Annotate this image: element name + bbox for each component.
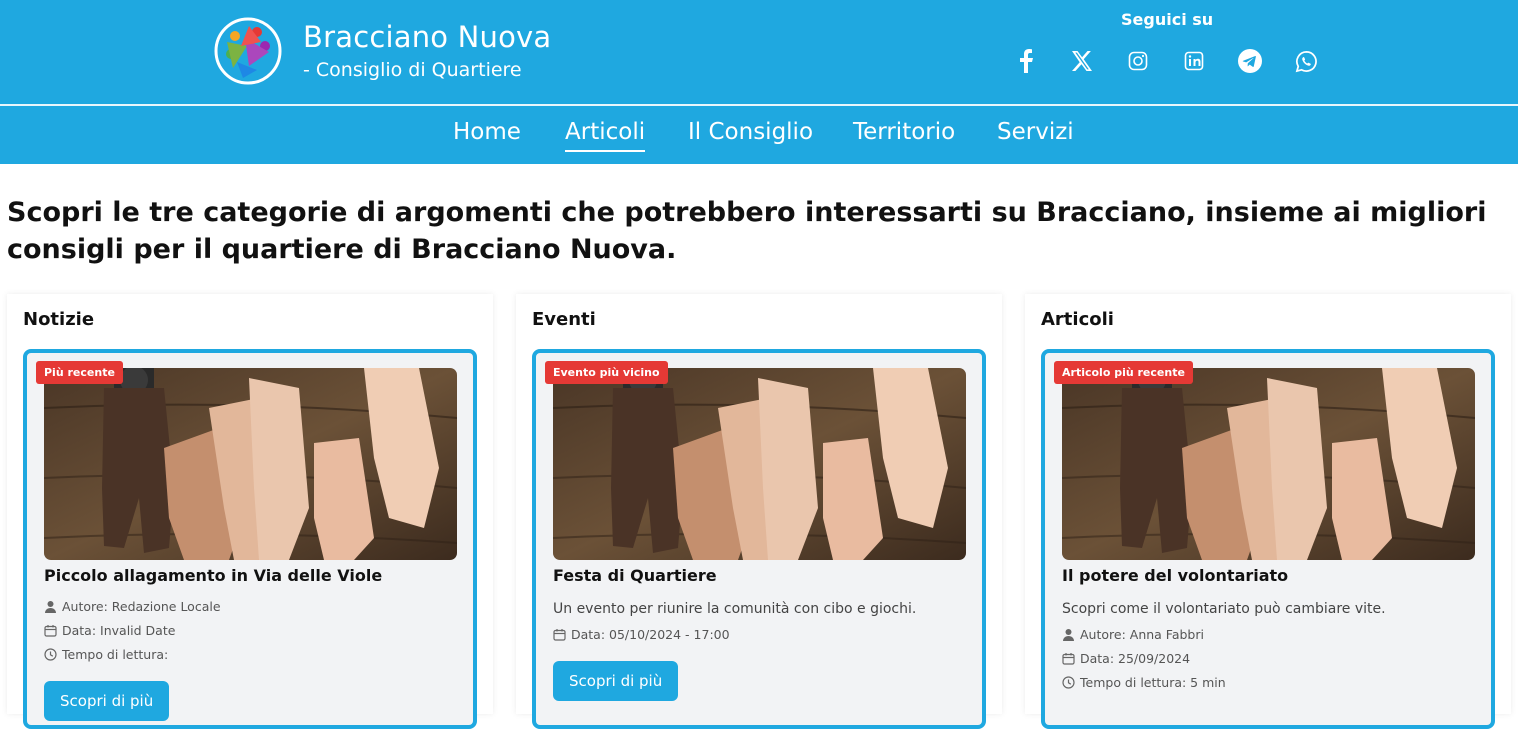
- calendar-icon: [44, 624, 57, 637]
- card-reading-text: Tempo di lettura: 5 min: [1080, 675, 1226, 690]
- x-icon[interactable]: [1069, 48, 1095, 74]
- card-date: Data: 05/10/2024 - 17:00: [553, 627, 730, 642]
- read-more-button[interactable]: Scopri di più: [553, 661, 679, 701]
- card-date-text: Data: Invalid Date: [62, 623, 176, 638]
- linkedin-icon[interactable]: [1181, 48, 1207, 74]
- site-logo[interactable]: [213, 16, 283, 86]
- instagram-icon[interactable]: [1125, 48, 1151, 74]
- card-author-text: Autore: Anna Fabbri: [1080, 627, 1204, 642]
- whatsapp-icon[interactable]: [1293, 48, 1319, 74]
- user-icon: [1062, 628, 1075, 641]
- calendar-icon: [553, 628, 566, 641]
- events-column: Eventi Evento più vicino Festa di Quarti…: [516, 294, 1002, 729]
- read-more-button[interactable]: Scopri di più: [44, 681, 170, 721]
- site-header: Bracciano Nuova - Consiglio di Quartiere…: [0, 0, 1518, 104]
- news-column: Notizie Più recente Piccolo allagamento …: [7, 294, 493, 729]
- card-image[interactable]: [1062, 368, 1475, 560]
- nav-item-servizi[interactable]: Servizi: [997, 119, 1074, 145]
- card-date: Data: Invalid Date: [44, 623, 175, 638]
- nav-item-articoli[interactable]: Articoli: [565, 119, 646, 152]
- column-title: Eventi: [532, 309, 596, 330]
- card-title[interactable]: Il potere del volontariato: [1062, 566, 1288, 585]
- card-author: Autore: Redazione Locale: [44, 599, 221, 614]
- column-title: Articoli: [1041, 309, 1114, 330]
- card-date-text: Data: 05/10/2024 - 17:00: [571, 627, 730, 642]
- calendar-icon: [1062, 652, 1075, 665]
- card-description: Scopri come il volontariato può cambiare…: [1062, 601, 1386, 617]
- facebook-icon[interactable]: [1013, 48, 1039, 74]
- column-title: Notizie: [23, 309, 95, 330]
- article-card[interactable]: Articolo più recente Il potere del volon…: [1041, 349, 1495, 729]
- card-title[interactable]: Piccolo allagamento in Via delle Viole: [44, 566, 382, 585]
- nav-item-territorio[interactable]: Territorio: [853, 119, 955, 145]
- clock-icon: [44, 648, 57, 661]
- nav-item-home[interactable]: Home: [453, 119, 521, 145]
- event-card[interactable]: Evento più vicino Festa di Quartiere Un …: [532, 349, 986, 729]
- clock-icon: [1062, 676, 1075, 689]
- telegram-icon[interactable]: [1237, 48, 1263, 74]
- main-nav: Home Articoli Il Consiglio Territorio Se…: [0, 106, 1518, 164]
- nav-item-il-consiglio[interactable]: Il Consiglio: [688, 119, 813, 145]
- card-badge: Articolo più recente: [1054, 361, 1193, 384]
- site-subtitle: - Consiglio di Quartiere: [303, 59, 522, 81]
- card-reading-text: Tempo di lettura:: [62, 647, 169, 662]
- user-icon: [44, 600, 57, 613]
- news-card[interactable]: Più recente Piccolo allagamento in Via d…: [23, 349, 477, 729]
- page-heading: Scopri le tre categorie di argomenti che…: [7, 197, 1487, 265]
- card-author-text: Autore: Redazione Locale: [62, 599, 221, 614]
- card-description: Un evento per riunire la comunità con ci…: [553, 601, 917, 617]
- card-badge: Evento più vicino: [545, 361, 668, 384]
- card-image[interactable]: [553, 368, 966, 560]
- card-date-text: Data: 25/09/2024: [1080, 651, 1191, 666]
- card-reading-time: Tempo di lettura: 5 min: [1062, 675, 1226, 690]
- site-title[interactable]: Bracciano Nuova: [303, 20, 551, 54]
- card-image[interactable]: [44, 368, 457, 560]
- card-date: Data: 25/09/2024: [1062, 651, 1190, 666]
- follow-label: Seguici su: [1121, 10, 1214, 29]
- card-reading-time: Tempo di lettura:: [44, 647, 168, 662]
- card-title[interactable]: Festa di Quartiere: [553, 566, 717, 585]
- articles-column: Articoli Articolo più recente Il potere …: [1025, 294, 1511, 729]
- card-author: Autore: Anna Fabbri: [1062, 627, 1204, 642]
- card-badge: Più recente: [36, 361, 123, 384]
